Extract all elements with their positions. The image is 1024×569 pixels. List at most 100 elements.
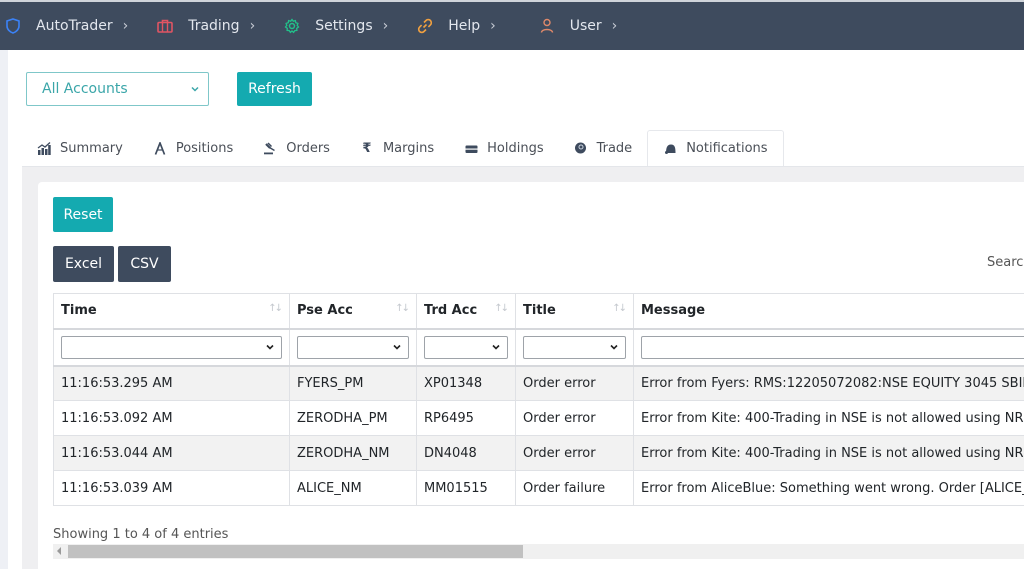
tab-margins[interactable]: ₹ Margins <box>345 131 449 166</box>
tab-holdings[interactable]: Holdings <box>449 131 558 166</box>
rupee-icon: ₹ <box>362 141 372 156</box>
cell-trd-acc: MM01515 <box>416 470 516 506</box>
gear-icon <box>283 17 301 35</box>
chevron-down-icon <box>392 341 402 356</box>
nav-help[interactable]: Help › <box>416 17 496 35</box>
chevron-down-icon <box>265 341 275 356</box>
sort-icon: ↑↓ <box>395 303 410 314</box>
cell-message: Error from Kite: 400-Trading in NSE is n… <box>633 400 1024 436</box>
tab-notifications[interactable]: Notifications <box>647 130 784 166</box>
tab-summary[interactable]: Summary <box>22 131 138 166</box>
notifications-table: Time ↑↓ Pse Acc ↑↓ Trd Acc ↑↓ Title ↑↓ Messa… <box>53 293 1024 506</box>
chevron-down-icon <box>190 82 200 98</box>
cell-pse-acc: ZERODHA_NM <box>289 435 417 471</box>
pse-acc-filter-select[interactable] <box>297 335 409 359</box>
gavel-icon <box>263 142 277 156</box>
cell-time: 11:16:53.295 AM <box>53 365 290 401</box>
table-header-row: Time ↑↓ Pse Acc ↑↓ Trd Acc ↑↓ Title ↑↓ Messa… <box>53 293 1024 330</box>
export-csv-button[interactable]: CSV <box>118 246 171 282</box>
tab-orders[interactable]: Orders <box>248 131 345 166</box>
briefcase-icon <box>156 17 174 35</box>
notifications-table-wrapper: Time ↑↓ Pse Acc ↑↓ Trd Acc ↑↓ Title ↑↓ Messa… <box>53 293 1024 507</box>
sidebar-strip <box>0 50 8 569</box>
trd-acc-filter-select[interactable] <box>424 335 508 359</box>
chevron-right-icon: › <box>611 18 618 34</box>
cell-trd-acc: DN4048 <box>416 435 516 471</box>
nav-user[interactable]: User › <box>538 17 618 35</box>
chevron-right-icon: › <box>122 18 129 34</box>
nav-label: Trading <box>188 18 240 34</box>
chevron-right-icon: › <box>249 18 256 34</box>
export-excel-button[interactable]: Excel <box>53 246 114 282</box>
table-row[interactable]: 11:16:53.039 AM ALICE_NM MM01515 Order f… <box>53 470 1024 506</box>
tab-label: Positions <box>175 141 234 156</box>
user-icon <box>538 17 556 35</box>
chevron-right-icon: › <box>382 18 389 34</box>
sort-icon: ↑↓ <box>268 303 283 314</box>
bell-icon <box>663 142 677 156</box>
cell-message: Error from Kite: 400-Trading in NSE is n… <box>633 435 1024 471</box>
column-label: Pse Acc <box>297 303 353 319</box>
horizontal-scrollbar[interactable] <box>53 544 1024 559</box>
tab-trade[interactable]: Trade <box>559 131 648 166</box>
nav-label: AutoTrader <box>36 18 113 34</box>
scroll-left-icon[interactable] <box>57 547 61 555</box>
column-label: Title <box>523 303 556 319</box>
cell-title: Order failure <box>515 470 634 506</box>
column-label: Trd Acc <box>424 303 478 319</box>
notifications-card: Reset Excel CSV Search: Time ↑↓ Pse Acc ↑↓… <box>38 182 1024 569</box>
link-icon <box>416 17 434 35</box>
cell-title: Order error <box>515 435 634 471</box>
nav-trading[interactable]: Trading › <box>156 17 255 35</box>
account-select[interactable]: All Accounts <box>26 72 209 106</box>
cell-pse-acc: ZERODHA_PM <box>289 400 417 436</box>
chevron-down-icon <box>609 341 619 356</box>
tab-label: Trade <box>596 141 633 156</box>
column-header-trd-acc[interactable]: Trd Acc ↑↓ <box>416 293 516 330</box>
tab-content: Reset Excel CSV Search: Time ↑↓ Pse Acc ↑↓… <box>22 166 1024 569</box>
brain-icon <box>574 142 588 156</box>
refresh-button[interactable]: Refresh <box>237 72 312 106</box>
sort-icon: ↑↓ <box>494 303 509 314</box>
cell-title: Order error <box>515 365 634 401</box>
nav-settings[interactable]: Settings › <box>283 17 388 35</box>
tab-positions[interactable]: Positions <box>138 131 248 166</box>
cell-trd-acc: RP6495 <box>416 400 516 436</box>
chevron-right-icon: › <box>490 18 496 34</box>
table-row[interactable]: 11:16:53.044 AM ZERODHA_NM DN4048 Order … <box>53 435 1024 471</box>
cell-message: Error from Fyers: RMS:12205072082:NSE EQ… <box>633 365 1024 401</box>
tab-label: Margins <box>382 141 435 156</box>
table-row[interactable]: 11:16:53.295 AM FYERS_PM XP01348 Order e… <box>53 365 1024 401</box>
chevron-down-icon <box>491 341 501 356</box>
column-header-title[interactable]: Title ↑↓ <box>515 293 634 330</box>
cell-pse-acc: ALICE_NM <box>289 470 417 506</box>
filter-cell <box>633 328 1024 367</box>
nav-autotrader[interactable]: AutoTrader › <box>4 17 128 35</box>
table-row[interactable]: 11:16:53.092 AM ZERODHA_PM RP6495 Order … <box>53 400 1024 436</box>
scrollbar-thumb[interactable] <box>68 545 523 558</box>
message-filter-input[interactable] <box>641 335 1024 359</box>
cell-time: 11:16:53.039 AM <box>53 470 290 506</box>
time-filter-select[interactable] <box>61 335 282 359</box>
filter-cell <box>289 328 417 367</box>
top-navbar: AutoTrader › Trading › Settings › Help ›… <box>0 0 1024 50</box>
filter-cell <box>53 328 290 367</box>
column-label: Time <box>61 303 97 319</box>
tab-label: Holdings <box>487 141 544 156</box>
filter-row <box>53 328 1024 367</box>
cell-title: Order error <box>515 400 634 436</box>
chart-icon <box>37 142 51 156</box>
filter-cell <box>515 328 634 367</box>
positions-icon <box>153 142 167 156</box>
cell-message: Error from AliceBlue: Something went wro… <box>633 470 1024 506</box>
table-info: Showing 1 to 4 of 4 entries <box>53 527 229 542</box>
sort-icon: ↑↓ <box>612 303 627 314</box>
title-filter-select[interactable] <box>523 335 626 359</box>
cell-time: 11:16:53.092 AM <box>53 400 290 436</box>
column-header-message[interactable]: Message <box>633 293 1024 330</box>
nav-label: Settings <box>315 18 373 34</box>
column-header-pse-acc[interactable]: Pse Acc ↑↓ <box>289 293 417 330</box>
reset-button[interactable]: Reset <box>53 197 113 232</box>
nav-label: User <box>569 18 602 34</box>
column-header-time[interactable]: Time ↑↓ <box>53 293 290 330</box>
